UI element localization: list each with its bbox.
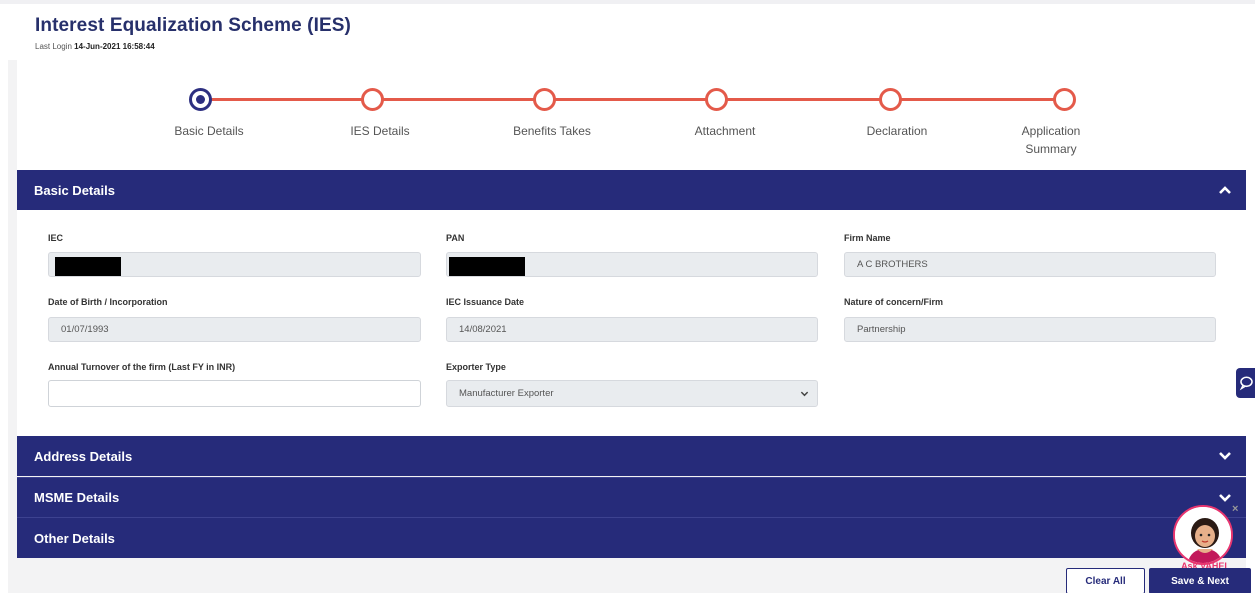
chevron-up-icon[interactable] [1218, 184, 1232, 196]
firm-name-label: Firm Name [844, 233, 891, 243]
page-header: Interest Equalization Scheme (IES) Last … [35, 15, 351, 51]
section-address-details-title: Address Details [34, 448, 133, 464]
section-msme-details-title: MSME Details [34, 490, 120, 505]
step-connector [554, 98, 726, 101]
assistant-avatar[interactable] [1173, 505, 1233, 565]
step-basic-details-label[interactable]: Basic Details [144, 122, 274, 140]
step-declaration-marker[interactable] [879, 88, 902, 111]
firm-name-field[interactable]: A C BROTHERS [844, 252, 1216, 277]
iec-issuance-date-field[interactable]: 14/08/2021 [446, 317, 818, 342]
section-basic-details-header[interactable]: Basic Details [17, 170, 1246, 210]
chevron-down-icon[interactable] [1218, 450, 1232, 462]
section-basic-details-title: Basic Details [34, 182, 115, 198]
last-login-value: 14-Jun-2021 16:58:44 [74, 42, 155, 51]
save-and-next-button[interactable]: Save & Next [1149, 568, 1251, 593]
section-address-details-header[interactable]: Address Details [17, 436, 1246, 476]
page-title: Interest Equalization Scheme (IES) [35, 15, 351, 36]
section-msme-details-header[interactable]: MSME Details [17, 477, 1246, 517]
annual-turnover-label: Annual Turnover of the firm (Last FY in … [48, 362, 236, 372]
nature-of-concern-field[interactable]: Partnership [844, 317, 1216, 342]
step-connector [898, 98, 1064, 101]
assistant-avatar-icon [1175, 507, 1231, 563]
chat-side-tab[interactable] [1236, 368, 1255, 398]
iec-label: IEC [48, 233, 64, 243]
assistant-widget[interactable]: Ask VAHEI [1170, 505, 1238, 575]
step-basic-details-marker[interactable] [189, 88, 212, 111]
section-other-details-header[interactable]: Other Details [17, 517, 1246, 558]
step-attachment-marker[interactable] [705, 88, 728, 111]
basic-details-panel: IEC PAN Firm Name A C BROTHERS Date of B… [17, 210, 1246, 436]
annual-turnover-input[interactable] [48, 380, 421, 407]
clear-all-button[interactable]: Clear All [1066, 568, 1145, 593]
step-ies-details-marker[interactable] [361, 88, 384, 111]
nature-of-concern-label: Nature of concern/Firm [844, 297, 944, 307]
step-connector [382, 98, 554, 101]
redacted-value [55, 257, 121, 276]
step-benefits-takes-marker[interactable] [533, 88, 556, 111]
step-declaration-label[interactable]: Declaration [832, 122, 962, 140]
progress-stepper: Basic Details IES Details Benefits Takes… [17, 60, 1246, 170]
step-application-summary-marker[interactable] [1053, 88, 1076, 111]
iec-field[interactable] [48, 252, 421, 277]
step-connector [210, 98, 382, 101]
redacted-value [449, 257, 525, 276]
pan-field[interactable] [446, 252, 818, 277]
exporter-type-label: Exporter Type [446, 362, 506, 372]
step-application-summary-label[interactable]: Application Summary [1009, 122, 1093, 158]
chevron-down-icon[interactable] [1218, 492, 1232, 504]
last-login: Last Login 14-Jun-2021 16:58:44 [35, 42, 351, 51]
step-attachment-label[interactable]: Attachment [660, 122, 790, 140]
iec-issuance-date-label: IEC Issuance Date [446, 297, 525, 307]
top-divider [0, 0, 1255, 4]
chevron-down-icon [800, 391, 809, 397]
chat-icon[interactable] [1238, 375, 1255, 392]
step-ies-details-label[interactable]: IES Details [315, 122, 445, 140]
dob-field[interactable]: 01/07/1993 [48, 317, 421, 342]
exporter-type-select[interactable]: Manufacturer Exporter [446, 380, 818, 407]
step-benefits-takes-label[interactable]: Benefits Takes [487, 122, 617, 140]
dob-label: Date of Birth / Incorporation [48, 297, 168, 307]
pan-label: PAN [446, 233, 465, 243]
step-connector [726, 98, 898, 101]
close-icon[interactable]: × [1232, 503, 1238, 515]
last-login-label: Last Login [35, 42, 72, 51]
section-other-details-title: Other Details [34, 530, 115, 546]
